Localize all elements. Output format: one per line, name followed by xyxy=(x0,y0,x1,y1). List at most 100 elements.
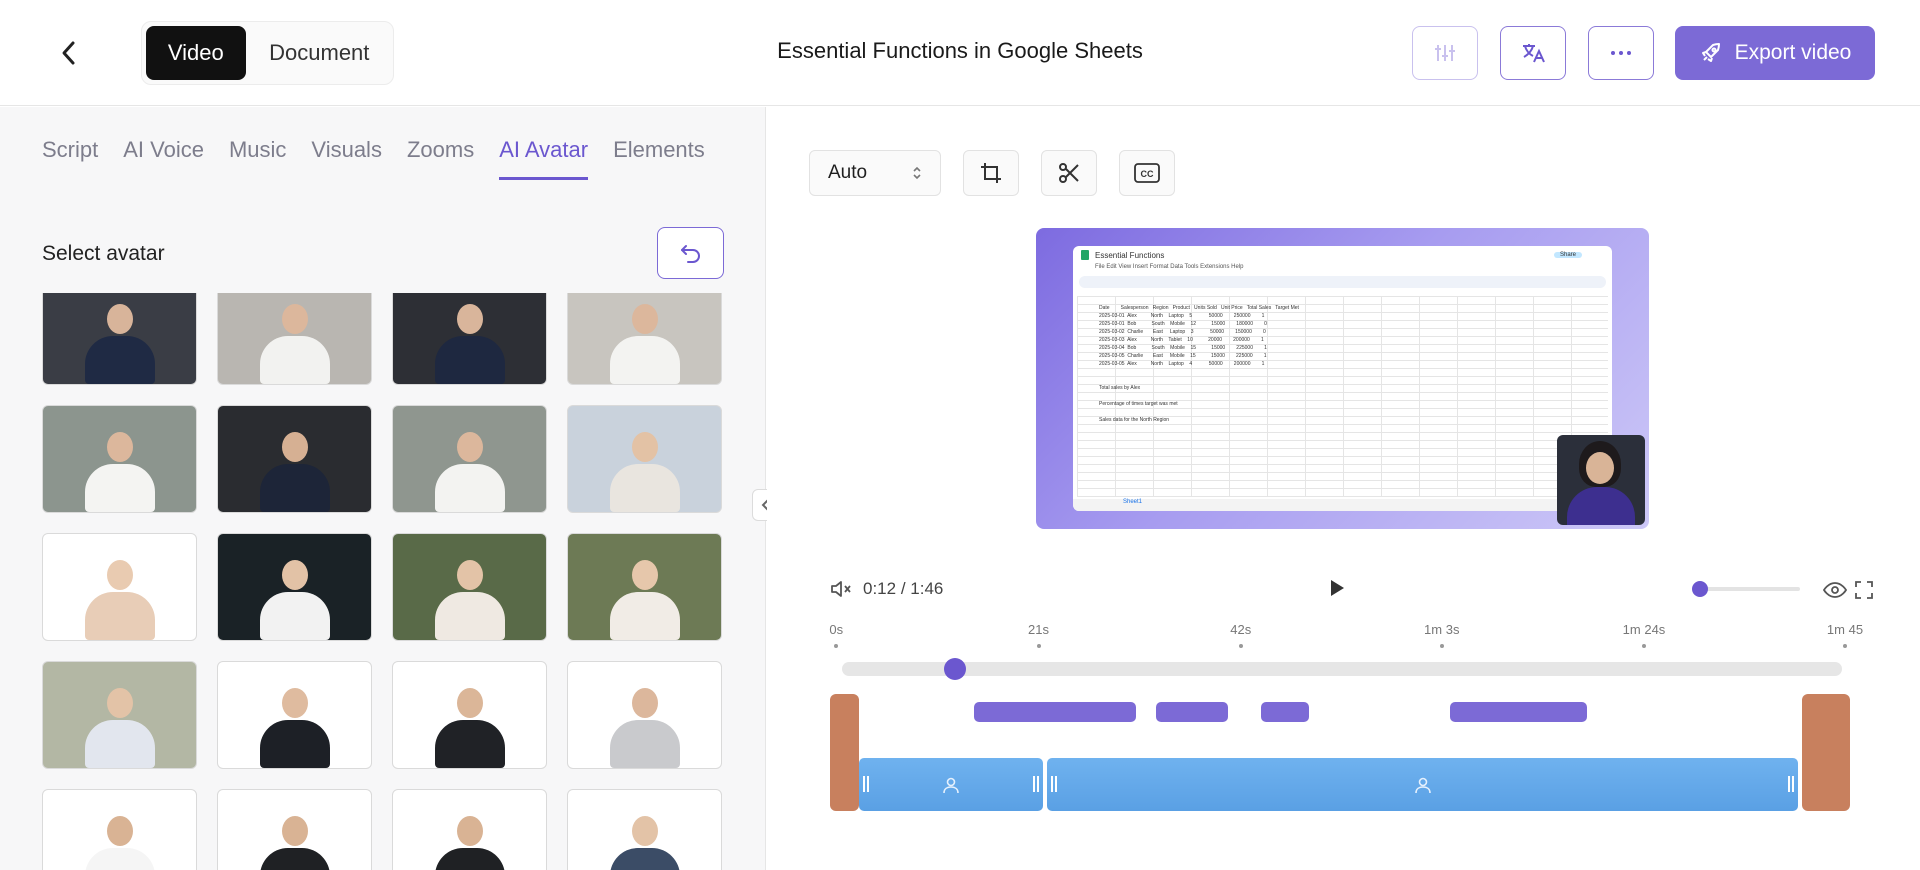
sliders-icon xyxy=(1435,45,1455,61)
sheet-row: Date Salesperson Region Product Units So… xyxy=(1099,305,1299,311)
timeline-tick-mark xyxy=(1238,644,1243,648)
avatar-figure xyxy=(434,304,505,384)
mode-video-button[interactable]: Video xyxy=(146,26,246,80)
more-options-button[interactable] xyxy=(1588,26,1654,80)
zoom-clip[interactable] xyxy=(1450,702,1587,722)
avatar-option[interactable] xyxy=(392,533,547,641)
timeline-ruler: 0s 21s 42s 1m 3s 1m 24s 1m 45 xyxy=(829,622,1863,652)
mode-document-button[interactable]: Document xyxy=(250,26,389,80)
captions-button[interactable]: CC xyxy=(1119,150,1175,196)
avatar-option[interactable] xyxy=(567,533,722,641)
zoom-slider-knob[interactable] xyxy=(1692,581,1708,597)
tab-elements[interactable]: Elements xyxy=(613,137,705,180)
intro-outro-clip[interactable] xyxy=(1802,694,1850,811)
mode-toggle: Video Document xyxy=(141,21,394,85)
settings-sliders-button[interactable] xyxy=(1412,26,1478,80)
avatar-head xyxy=(281,816,308,846)
tab-music[interactable]: Music xyxy=(229,137,286,180)
clip-trim-handle-left[interactable] xyxy=(1050,776,1057,792)
avatar-figure xyxy=(609,304,680,384)
sheet-tab-bar: Sheet1 xyxy=(1073,499,1612,511)
timeline-tick-mark xyxy=(1642,644,1646,648)
clip-trim-handle-left[interactable] xyxy=(862,776,869,792)
sheet-row: 2025-03-05 Charlie East Mobile 15 15000 … xyxy=(1099,353,1267,359)
back-button[interactable] xyxy=(46,30,92,76)
avatar-body xyxy=(434,720,505,768)
rocket-icon xyxy=(1701,43,1720,62)
zoom-clip[interactable] xyxy=(974,702,1136,722)
panel-tabs: Script AI Voice Music Visuals Zooms AI Avatar… xyxy=(42,137,705,180)
tab-script[interactable]: Script xyxy=(42,137,98,180)
sheet-row xyxy=(1099,392,1299,400)
tab-ai-voice[interactable]: AI Voice xyxy=(123,137,204,180)
avatar-figure xyxy=(434,816,505,870)
sheet-toolbar xyxy=(1079,276,1606,288)
avatar-clip[interactable] xyxy=(858,758,1043,811)
timeline-tick-label: 42s xyxy=(1230,622,1252,637)
translate-button[interactable] xyxy=(1500,26,1566,80)
play-icon[interactable] xyxy=(1328,578,1346,598)
video-preview[interactable]: Essential Functions Share File Edit View… xyxy=(1036,228,1649,529)
avatar-option[interactable] xyxy=(217,405,372,513)
editor-side-panel: Script AI Voice Music Visuals Zooms AI Avatar… xyxy=(0,107,766,870)
eye-icon[interactable] xyxy=(1823,581,1847,599)
avatar-option[interactable] xyxy=(392,405,547,513)
intro-outro-clip[interactable] xyxy=(830,694,859,811)
avatar-option[interactable] xyxy=(42,533,197,641)
avatar-grid-viewport[interactable] xyxy=(42,293,726,870)
crop-button[interactable] xyxy=(963,150,1019,196)
timeline-tick-label: 1m 24s xyxy=(1622,622,1666,637)
avatar-head xyxy=(456,688,483,718)
tab-zooms[interactable]: Zooms xyxy=(407,137,474,180)
sheet-row: 2025-03-03 Alex North Tablet 10 20000 20… xyxy=(1099,337,1264,343)
export-video-button[interactable]: Export video xyxy=(1675,26,1875,80)
avatar-clip[interactable] xyxy=(1046,758,1799,811)
tab-ai-avatar[interactable]: AI Avatar xyxy=(499,137,589,180)
zoom-clip[interactable] xyxy=(1155,702,1229,722)
avatar-figure xyxy=(609,688,680,768)
aspect-ratio-select[interactable]: Auto xyxy=(809,150,941,196)
avatar-head xyxy=(631,816,658,846)
clip-trim-handle-right[interactable] xyxy=(1032,776,1039,792)
avatar-option[interactable] xyxy=(392,293,547,385)
avatar-body xyxy=(259,336,330,384)
avatar-option[interactable] xyxy=(567,661,722,769)
undo-avatar-button[interactable] xyxy=(657,227,724,279)
playhead-track[interactable] xyxy=(842,658,1842,680)
avatar-body xyxy=(84,464,155,512)
sheet-rows: Date Salesperson Region Product Units So… xyxy=(1099,304,1299,424)
avatar-option[interactable] xyxy=(567,789,722,870)
avatar-head xyxy=(106,432,133,462)
project-title[interactable]: Essential Functions in Google Sheets xyxy=(660,38,1260,64)
sheet-row: 2025-03-05 Alex North Laptop 4 50000 200… xyxy=(1099,361,1265,367)
avatar-option[interactable] xyxy=(217,533,372,641)
zoom-clip[interactable] xyxy=(1261,702,1309,722)
avatar-option[interactable] xyxy=(217,661,372,769)
translate-icon xyxy=(1523,44,1545,63)
avatar-option[interactable] xyxy=(567,293,722,385)
avatar-overlay[interactable] xyxy=(1557,435,1645,525)
avatar-option[interactable] xyxy=(392,789,547,870)
playhead-knob[interactable] xyxy=(944,658,966,680)
cut-button[interactable] xyxy=(1041,150,1097,196)
timeline-tick-label: 1m 45 xyxy=(1826,622,1864,637)
tab-visuals[interactable]: Visuals xyxy=(311,137,382,180)
sheets-logo-icon xyxy=(1081,250,1089,260)
avatar-option[interactable] xyxy=(42,789,197,870)
export-video-label: Export video xyxy=(1734,41,1852,64)
timeline-tick-mark xyxy=(1036,644,1041,648)
volume-icon[interactable] xyxy=(830,579,852,599)
avatar-option[interactable] xyxy=(42,661,197,769)
avatar-option[interactable] xyxy=(392,661,547,769)
avatar-option[interactable] xyxy=(217,293,372,385)
undo-icon xyxy=(680,245,700,263)
avatar-head xyxy=(106,304,133,334)
zoom-slider[interactable] xyxy=(1692,581,1800,597)
avatar-option[interactable] xyxy=(42,293,197,385)
avatar-body xyxy=(609,336,680,384)
clip-trim-handle-right[interactable] xyxy=(1788,776,1795,792)
avatar-option[interactable] xyxy=(42,405,197,513)
avatar-option[interactable] xyxy=(567,405,722,513)
avatar-option[interactable] xyxy=(217,789,372,870)
fullscreen-icon[interactable] xyxy=(1855,581,1873,599)
